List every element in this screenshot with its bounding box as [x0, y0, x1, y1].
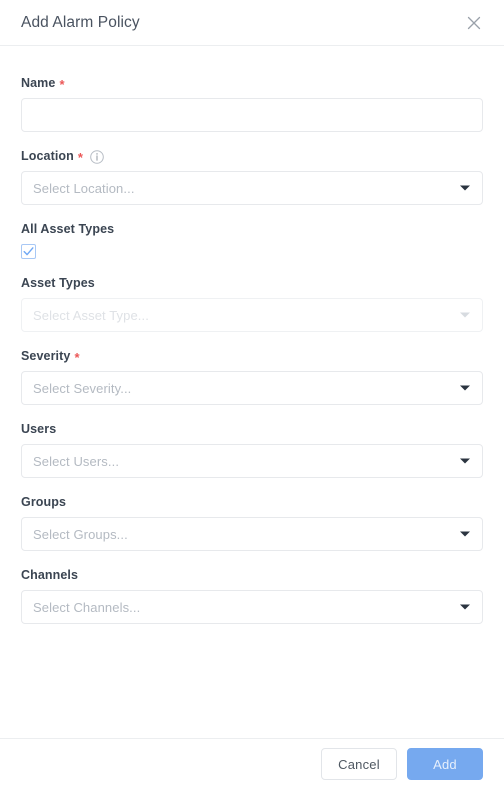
- add-alarm-policy-dialog: Add Alarm Policy Name * Location * Selec…: [0, 0, 504, 789]
- field-location: Location * Select Location...: [21, 149, 483, 205]
- label-asset-types-text: Asset Types: [21, 276, 95, 290]
- chevron-down-icon: [460, 312, 470, 318]
- required-marker: *: [74, 350, 80, 365]
- location-select[interactable]: Select Location...: [21, 171, 483, 205]
- label-users-text: Users: [21, 422, 57, 436]
- label-groups-text: Groups: [21, 495, 67, 509]
- label-asset-types: Asset Types: [21, 276, 483, 291]
- label-severity: Severity *: [21, 349, 483, 364]
- groups-select[interactable]: Select Groups...: [21, 517, 483, 551]
- dialog-body: Name * Location * Select Location... All…: [0, 46, 504, 738]
- severity-select-placeholder: Select Severity...: [33, 380, 132, 396]
- field-users: Users Select Users...: [21, 422, 483, 478]
- field-name: Name *: [21, 76, 483, 132]
- all-asset-types-checkbox[interactable]: [21, 244, 36, 259]
- asset-types-select: Select Asset Type...: [21, 298, 483, 332]
- label-name: Name *: [21, 76, 483, 91]
- label-users: Users: [21, 422, 483, 437]
- cancel-button[interactable]: Cancel: [321, 748, 397, 780]
- groups-select-placeholder: Select Groups...: [33, 526, 128, 542]
- label-severity-text: Severity: [21, 349, 71, 363]
- dialog-header: Add Alarm Policy: [0, 0, 504, 46]
- add-button[interactable]: Add: [407, 748, 483, 780]
- required-marker: *: [59, 77, 65, 92]
- chevron-down-icon: [460, 531, 470, 537]
- severity-select[interactable]: Select Severity...: [21, 371, 483, 405]
- channels-select-placeholder: Select Channels...: [33, 599, 141, 615]
- label-channels: Channels: [21, 568, 483, 583]
- label-all-asset-types-text: All Asset Types: [21, 222, 115, 236]
- field-severity: Severity * Select Severity...: [21, 349, 483, 405]
- chevron-down-icon: [460, 458, 470, 464]
- label-location-text: Location: [21, 149, 74, 163]
- label-all-asset-types: All Asset Types: [21, 222, 483, 237]
- label-name-text: Name: [21, 76, 56, 90]
- label-location: Location *: [21, 149, 483, 164]
- users-select-placeholder: Select Users...: [33, 453, 120, 469]
- dialog-title: Add Alarm Policy: [21, 13, 140, 31]
- chevron-down-icon: [460, 385, 470, 391]
- chevron-down-icon: [460, 604, 470, 610]
- users-select[interactable]: Select Users...: [21, 444, 483, 478]
- info-icon[interactable]: [90, 149, 104, 164]
- name-input[interactable]: [21, 98, 483, 132]
- label-channels-text: Channels: [21, 568, 79, 582]
- field-channels: Channels Select Channels...: [21, 568, 483, 624]
- channels-select[interactable]: Select Channels...: [21, 590, 483, 624]
- location-select-placeholder: Select Location...: [33, 180, 135, 196]
- chevron-down-icon: [460, 185, 470, 191]
- asset-types-select-placeholder: Select Asset Type...: [33, 307, 149, 323]
- label-groups: Groups: [21, 495, 483, 510]
- required-marker: *: [77, 150, 84, 165]
- field-groups: Groups Select Groups...: [21, 495, 483, 551]
- close-icon[interactable]: [463, 12, 485, 34]
- dialog-footer: Cancel Add: [0, 738, 504, 789]
- field-asset-types: Asset Types Select Asset Type...: [21, 276, 483, 332]
- field-all-asset-types: All Asset Types: [21, 222, 483, 259]
